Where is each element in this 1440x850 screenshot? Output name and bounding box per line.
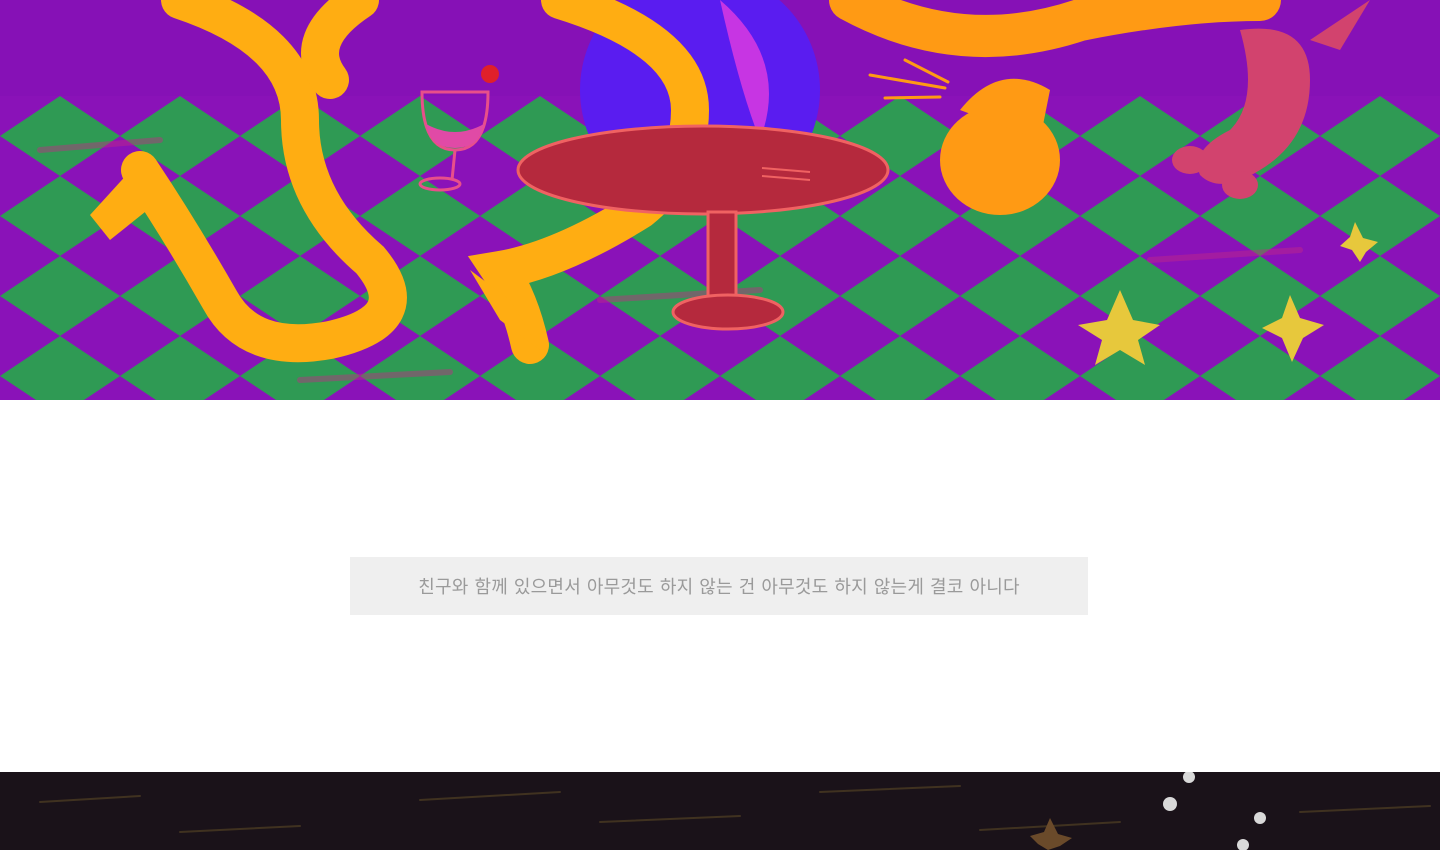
hero-illustration [0, 0, 1440, 400]
night-sky-illustration [0, 772, 1440, 850]
quote-section: 친구와 함께 있으면서 아무것도 하지 않는 건 아무것도 하지 않는게 결코 … [0, 400, 1440, 772]
quote-box: 친구와 함께 있으면서 아무것도 하지 않는 건 아무것도 하지 않는게 결코 … [350, 557, 1088, 615]
quote-text: 친구와 함께 있으면서 아무것도 하지 않는 건 아무것도 하지 않는게 결코 … [418, 577, 1020, 598]
